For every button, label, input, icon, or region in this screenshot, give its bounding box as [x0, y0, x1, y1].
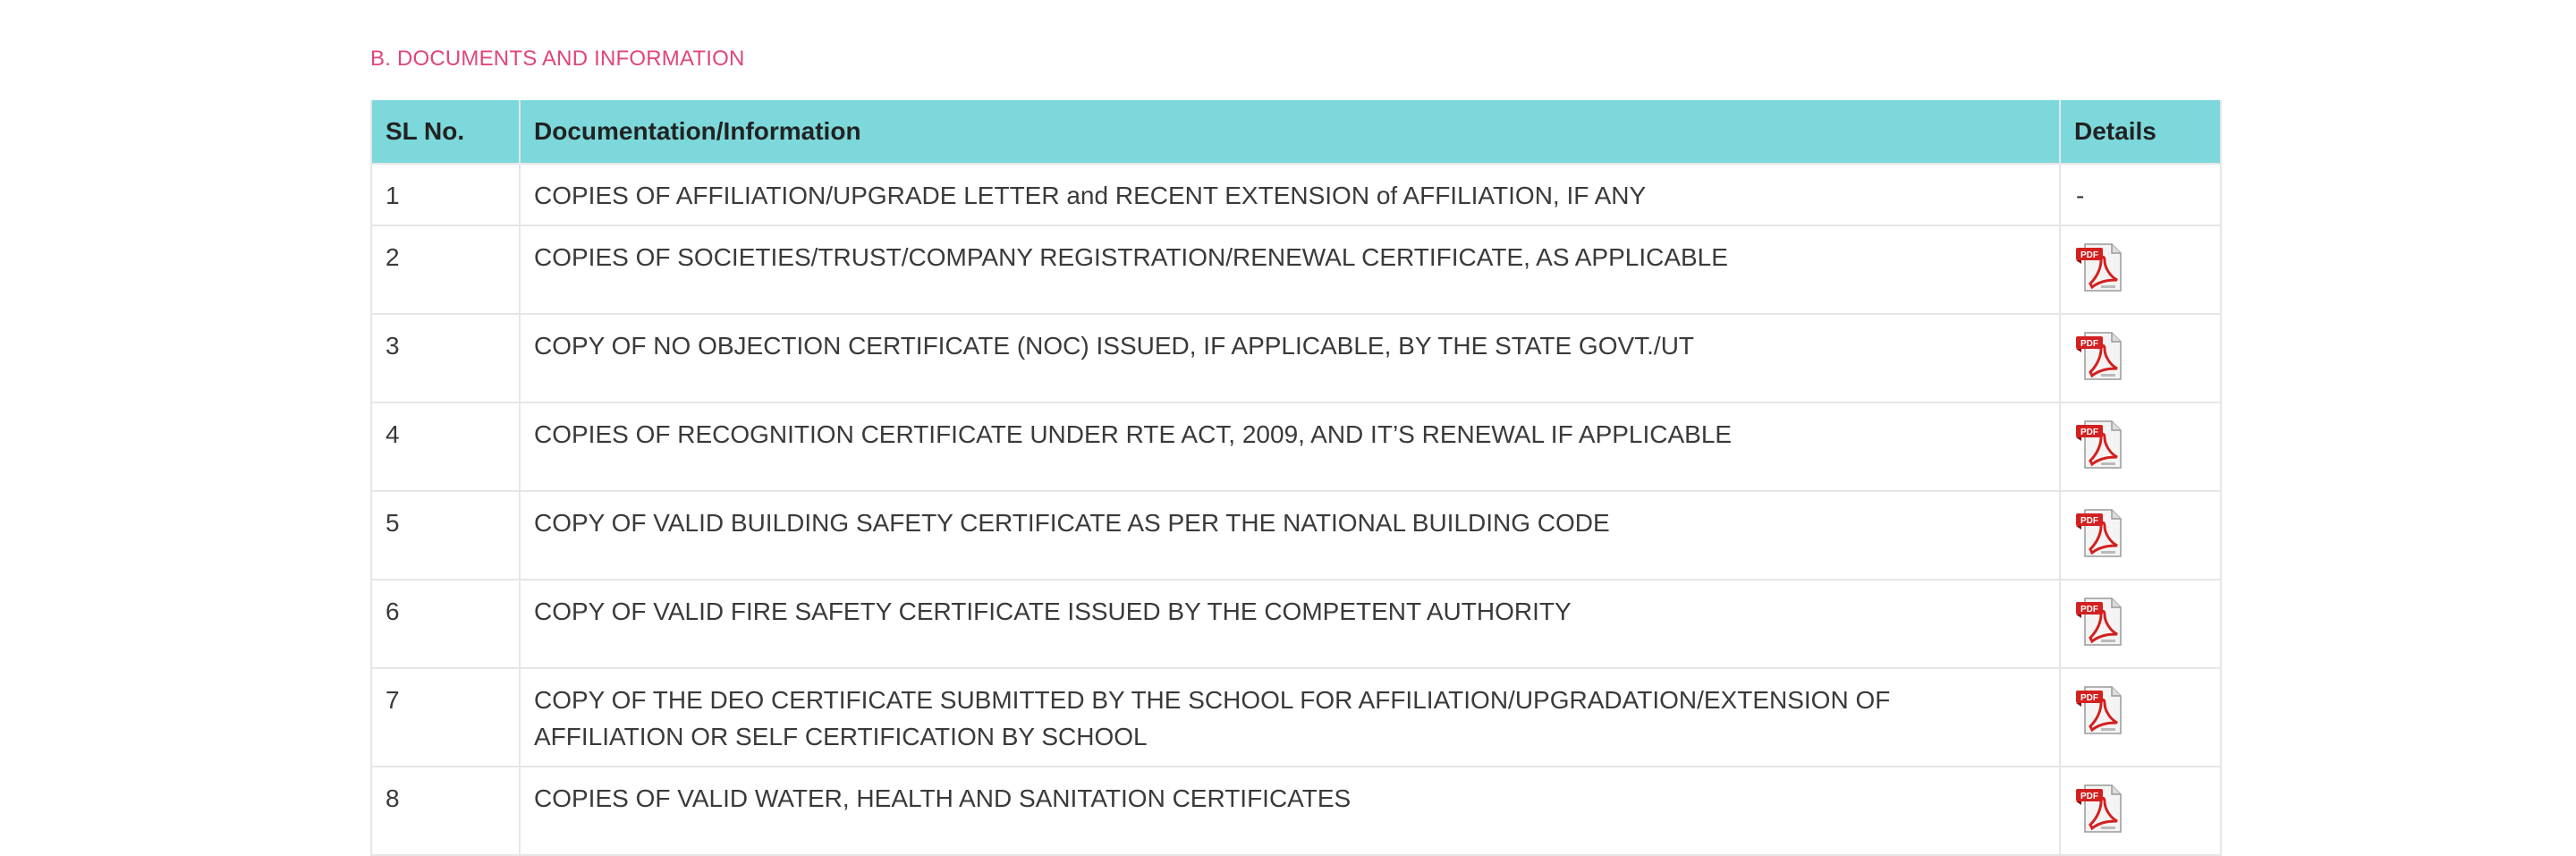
table-row: 8 COPIES OF VALID WATER, HEALTH AND SANI… — [370, 766, 2222, 856]
cell-details: PDF — [2059, 313, 2222, 403]
table-row: 4 COPIES OF RECOGNITION CERTIFICATE UNDE… — [370, 402, 2222, 492]
svg-text:PDF: PDF — [2080, 250, 2098, 260]
details-empty: - — [2076, 182, 2085, 209]
cell-documentation: COPY OF THE DEO CERTIFICATE SUBMITTED BY… — [519, 667, 2061, 767]
cell-details: PDF — [2059, 667, 2222, 767]
cell-sl-no: 2 — [370, 225, 521, 315]
cell-sl-no: 1 — [370, 163, 521, 226]
pdf-icon[interactable]: PDF — [2074, 506, 2124, 557]
svg-text:PDF: PDF — [2080, 792, 2098, 801]
cell-sl-no: 6 — [370, 579, 521, 669]
cell-sl-no: 7 — [370, 667, 521, 767]
cell-sl-no: 8 — [370, 766, 521, 856]
pdf-icon[interactable]: PDF — [2074, 683, 2124, 734]
cell-documentation: COPIES OF SOCIETIES/TRUST/COMPANY REGIST… — [519, 225, 2061, 315]
pdf-icon[interactable]: PDF — [2074, 782, 2124, 833]
cell-documentation: COPY OF VALID BUILDING SAFETY CERTIFICAT… — [519, 490, 2061, 581]
cell-sl-no: 4 — [370, 402, 521, 492]
cell-documentation: COPIES OF RECOGNITION CERTIFICATE UNDER … — [519, 402, 2061, 492]
cell-sl-no: 3 — [370, 313, 521, 403]
table-row: 2 COPIES OF SOCIETIES/TRUST/COMPANY REGI… — [370, 225, 2222, 315]
cell-details: - — [2059, 163, 2222, 226]
pdf-document-graphic: PDF — [2076, 686, 2122, 734]
header-documentation: Documentation/Information — [519, 100, 2061, 165]
cell-details: PDF — [2059, 490, 2222, 581]
cell-details: PDF — [2059, 766, 2222, 856]
table-row: 5 COPY OF VALID BUILDING SAFETY CERTIFIC… — [370, 490, 2222, 581]
section-title: B. DOCUMENTS AND INFORMATION — [370, 47, 745, 71]
documents-table: SL No. Documentation/Information Details… — [370, 100, 2222, 856]
cell-details: PDF — [2059, 402, 2222, 492]
pdf-icon[interactable]: PDF — [2074, 595, 2124, 646]
pdf-document-graphic: PDF — [2076, 243, 2122, 292]
header-details: Details — [2059, 100, 2222, 165]
cell-documentation: COPY OF VALID FIRE SAFETY CERTIFICATE IS… — [519, 579, 2061, 669]
cell-details: PDF — [2059, 225, 2222, 315]
cell-documentation: COPIES OF AFFILIATION/UPGRADE LETTER and… — [519, 163, 2061, 226]
pdf-document-graphic: PDF — [2076, 784, 2122, 833]
svg-text:PDF: PDF — [2080, 428, 2098, 437]
pdf-document-graphic: PDF — [2076, 332, 2122, 380]
pdf-document-graphic: PDF — [2076, 598, 2122, 646]
cell-sl-no: 5 — [370, 490, 521, 581]
cell-documentation: COPIES OF VALID WATER, HEALTH AND SANITA… — [519, 766, 2061, 856]
pdf-document-graphic: PDF — [2076, 509, 2122, 557]
pdf-document-graphic: PDF — [2076, 420, 2122, 469]
svg-text:PDF: PDF — [2080, 516, 2098, 526]
pdf-icon[interactable]: PDF — [2074, 418, 2124, 469]
cell-documentation: COPY OF NO OBJECTION CERTIFICATE (NOC) I… — [519, 313, 2061, 403]
table-row: 7 COPY OF THE DEO CERTIFICATE SUBMITTED … — [370, 667, 2222, 767]
pdf-icon[interactable]: PDF — [2074, 241, 2124, 292]
svg-text:PDF: PDF — [2080, 693, 2098, 703]
table-row: 1 COPIES OF AFFILIATION/UPGRADE LETTER a… — [370, 163, 2222, 226]
svg-text:PDF: PDF — [2080, 605, 2098, 614]
table-header-row: SL No. Documentation/Information Details — [370, 100, 2222, 165]
header-sl-no: SL No. — [370, 100, 521, 165]
svg-text:PDF: PDF — [2080, 339, 2098, 349]
table-row: 6 COPY OF VALID FIRE SAFETY CERTIFICATE … — [370, 579, 2222, 669]
pdf-icon[interactable]: PDF — [2074, 329, 2124, 380]
table-row: 3 COPY OF NO OBJECTION CERTIFICATE (NOC)… — [370, 313, 2222, 403]
cell-details: PDF — [2059, 579, 2222, 669]
